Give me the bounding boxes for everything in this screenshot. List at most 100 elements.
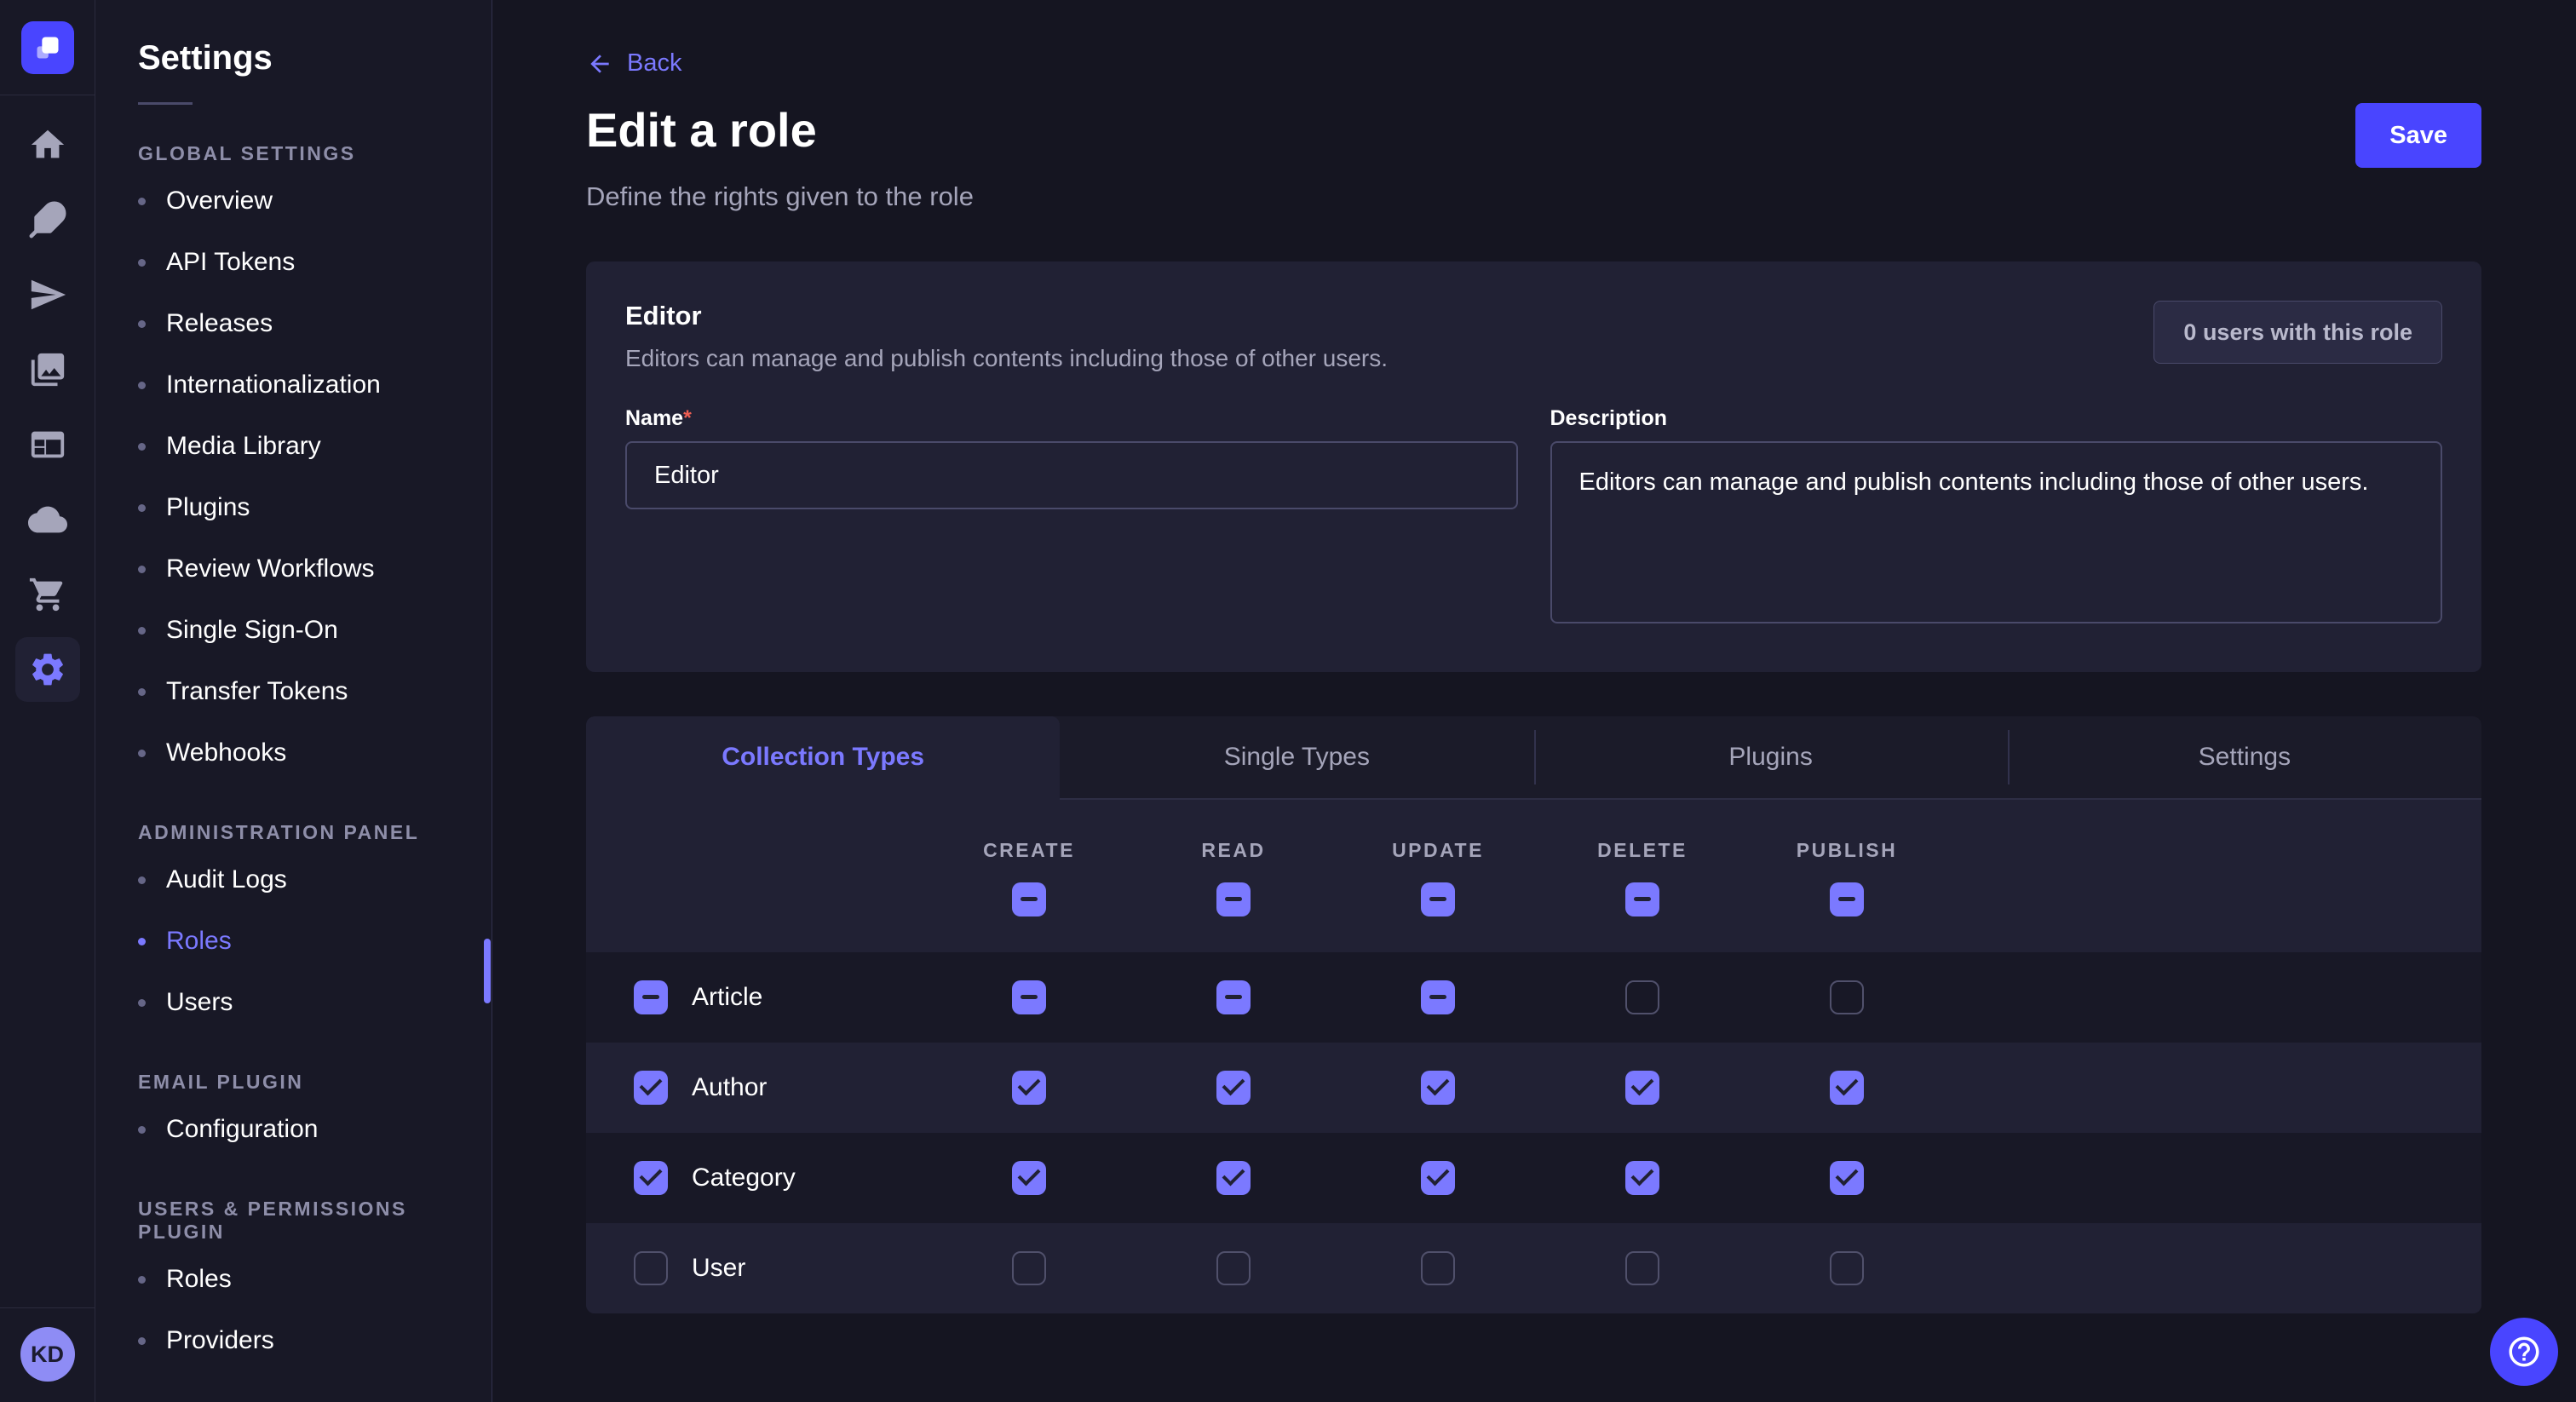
checkbox-category-read[interactable] — [1216, 1161, 1251, 1195]
help-button[interactable] — [2490, 1318, 2558, 1386]
sidebar-item-single-sign-on[interactable]: Single Sign-On — [138, 600, 466, 661]
permission-cell — [1540, 1251, 1745, 1285]
sidebar-item-label: Overview — [166, 187, 273, 215]
column-label: READ — [1201, 839, 1265, 862]
permission-row-user: User — [586, 1223, 2481, 1313]
back-label: Back — [627, 49, 681, 78]
checkbox-author-read[interactable] — [1216, 1071, 1251, 1105]
sidebar-item-internationalization[interactable]: Internationalization — [138, 354, 466, 416]
bullet-icon — [138, 382, 146, 389]
checkbox-category-create[interactable] — [1012, 1161, 1046, 1195]
sidebar-item-media-library[interactable]: Media Library — [138, 416, 466, 477]
checkbox-row-user[interactable] — [634, 1251, 668, 1285]
checkbox-user-delete[interactable] — [1625, 1251, 1659, 1285]
rail-item-feather[interactable] — [27, 199, 68, 240]
checkbox-category-publish[interactable] — [1830, 1161, 1864, 1195]
checkbox-select-all-create[interactable] — [1012, 882, 1046, 916]
nav-rail: KD — [0, 0, 95, 1402]
sidebar-item-configuration[interactable]: Configuration — [138, 1099, 466, 1160]
checkbox-article-read[interactable] — [1216, 980, 1251, 1014]
checkbox-row-category[interactable] — [634, 1161, 668, 1195]
checkbox-row-author[interactable] — [634, 1071, 668, 1105]
rail-item-media-library[interactable] — [27, 349, 68, 390]
back-link[interactable]: Back — [586, 49, 681, 78]
bullet-icon — [138, 443, 146, 451]
checkbox-category-delete[interactable] — [1625, 1161, 1659, 1195]
sidebar-item-audit-logs[interactable]: Audit Logs — [138, 849, 466, 911]
sidebar-item-releases[interactable]: Releases — [138, 293, 466, 354]
rail-item-cloud[interactable] — [27, 499, 68, 540]
bullet-icon — [138, 198, 146, 205]
checkbox-select-all-update[interactable] — [1421, 882, 1455, 916]
sidebar-item-users[interactable]: Users — [138, 972, 466, 1033]
sidebar-item-api-tokens[interactable]: API Tokens — [138, 232, 466, 293]
app-window: KD Settings GLOBAL SETTINGSOverviewAPI T… — [0, 0, 2576, 1402]
layout-icon — [28, 425, 67, 464]
tab-settings[interactable]: Settings — [2008, 716, 2481, 800]
rail-item-gear[interactable] — [15, 637, 80, 702]
description-textarea[interactable]: Editors can manage and publish contents … — [1550, 441, 2443, 623]
checkbox-article-publish[interactable] — [1830, 980, 1864, 1014]
role-card-header: Editor Editors can manage and publish co… — [625, 301, 2442, 372]
checkbox-article-update[interactable] — [1421, 980, 1455, 1014]
bullet-icon — [138, 999, 146, 1007]
save-button[interactable]: Save — [2355, 103, 2481, 168]
checkbox-user-read[interactable] — [1216, 1251, 1251, 1285]
column-label: DELETE — [1597, 839, 1688, 862]
feather-icon — [28, 200, 67, 239]
permission-cell — [927, 1161, 1131, 1195]
permission-cell — [1131, 1251, 1336, 1285]
checkbox-author-publish[interactable] — [1830, 1071, 1864, 1105]
sidebar-item-label: Media Library — [166, 432, 321, 461]
column-header-publish: PUBLISH — [1745, 839, 1949, 916]
column-header-delete: DELETE — [1540, 839, 1745, 916]
tab-plugins[interactable]: Plugins — [1534, 716, 2008, 800]
media-library-icon — [28, 350, 67, 389]
checkbox-article-create[interactable] — [1012, 980, 1046, 1014]
checkbox-select-all-read[interactable] — [1216, 882, 1251, 916]
checkbox-select-all-publish[interactable] — [1830, 882, 1864, 916]
checkbox-user-create[interactable] — [1012, 1251, 1046, 1285]
bullet-icon — [138, 627, 146, 635]
section-label-administration-panel: ADMINISTRATION PANEL — [138, 821, 466, 844]
rail-item-cart[interactable] — [27, 574, 68, 615]
checkbox-row-article[interactable] — [634, 980, 668, 1014]
nav-rail-header — [0, 0, 95, 95]
sidebar-item-label: Webhooks — [166, 738, 286, 767]
checkbox-author-delete[interactable] — [1625, 1071, 1659, 1105]
bullet-icon — [138, 938, 146, 945]
checkbox-user-update[interactable] — [1421, 1251, 1455, 1285]
rail-item-paper-plane[interactable] — [27, 274, 68, 315]
sidebar-item-label: Internationalization — [166, 371, 381, 399]
users-with-role-badge[interactable]: 0 users with this role — [2153, 301, 2442, 364]
role-description-text: Editors can manage and publish contents … — [625, 345, 1388, 372]
checkbox-author-create[interactable] — [1012, 1071, 1046, 1105]
strapi-logo[interactable] — [21, 21, 74, 74]
subnav-scrollbar-thumb[interactable] — [484, 939, 491, 1003]
checkbox-author-update[interactable] — [1421, 1071, 1455, 1105]
avatar[interactable]: KD — [20, 1327, 75, 1382]
name-label-text: Name — [625, 406, 683, 430]
sidebar-item-review-workflows[interactable]: Review Workflows — [138, 538, 466, 600]
sidebar-item-webhooks[interactable]: Webhooks — [138, 722, 466, 784]
sidebar-item-providers[interactable]: Providers — [138, 1310, 466, 1371]
name-input[interactable] — [625, 441, 1518, 509]
tab-collection-types[interactable]: Collection Types — [586, 716, 1060, 800]
rail-item-home[interactable] — [27, 124, 68, 165]
permissions-tabs: Collection TypesSingle TypesPluginsSetti… — [586, 716, 2481, 800]
checkbox-select-all-delete[interactable] — [1625, 882, 1659, 916]
tab-single-types[interactable]: Single Types — [1060, 716, 1533, 800]
sidebar-item-overview[interactable]: Overview — [138, 170, 466, 232]
checkbox-article-delete[interactable] — [1625, 980, 1659, 1014]
sidebar-item-roles[interactable]: Roles — [138, 1249, 466, 1310]
permission-cell — [1131, 1071, 1336, 1105]
rail-item-layout[interactable] — [27, 424, 68, 465]
checkbox-category-update[interactable] — [1421, 1161, 1455, 1195]
sidebar-item-label: Roles — [166, 1265, 232, 1294]
role-fields: Name* Description Editors can manage and… — [625, 406, 2442, 628]
checkbox-user-publish[interactable] — [1830, 1251, 1864, 1285]
sidebar-item-plugins[interactable]: Plugins — [138, 477, 466, 538]
sidebar-item-transfer-tokens[interactable]: Transfer Tokens — [138, 661, 466, 722]
sidebar-item-roles[interactable]: Roles — [138, 911, 466, 972]
entity-cell: Category — [586, 1161, 927, 1195]
